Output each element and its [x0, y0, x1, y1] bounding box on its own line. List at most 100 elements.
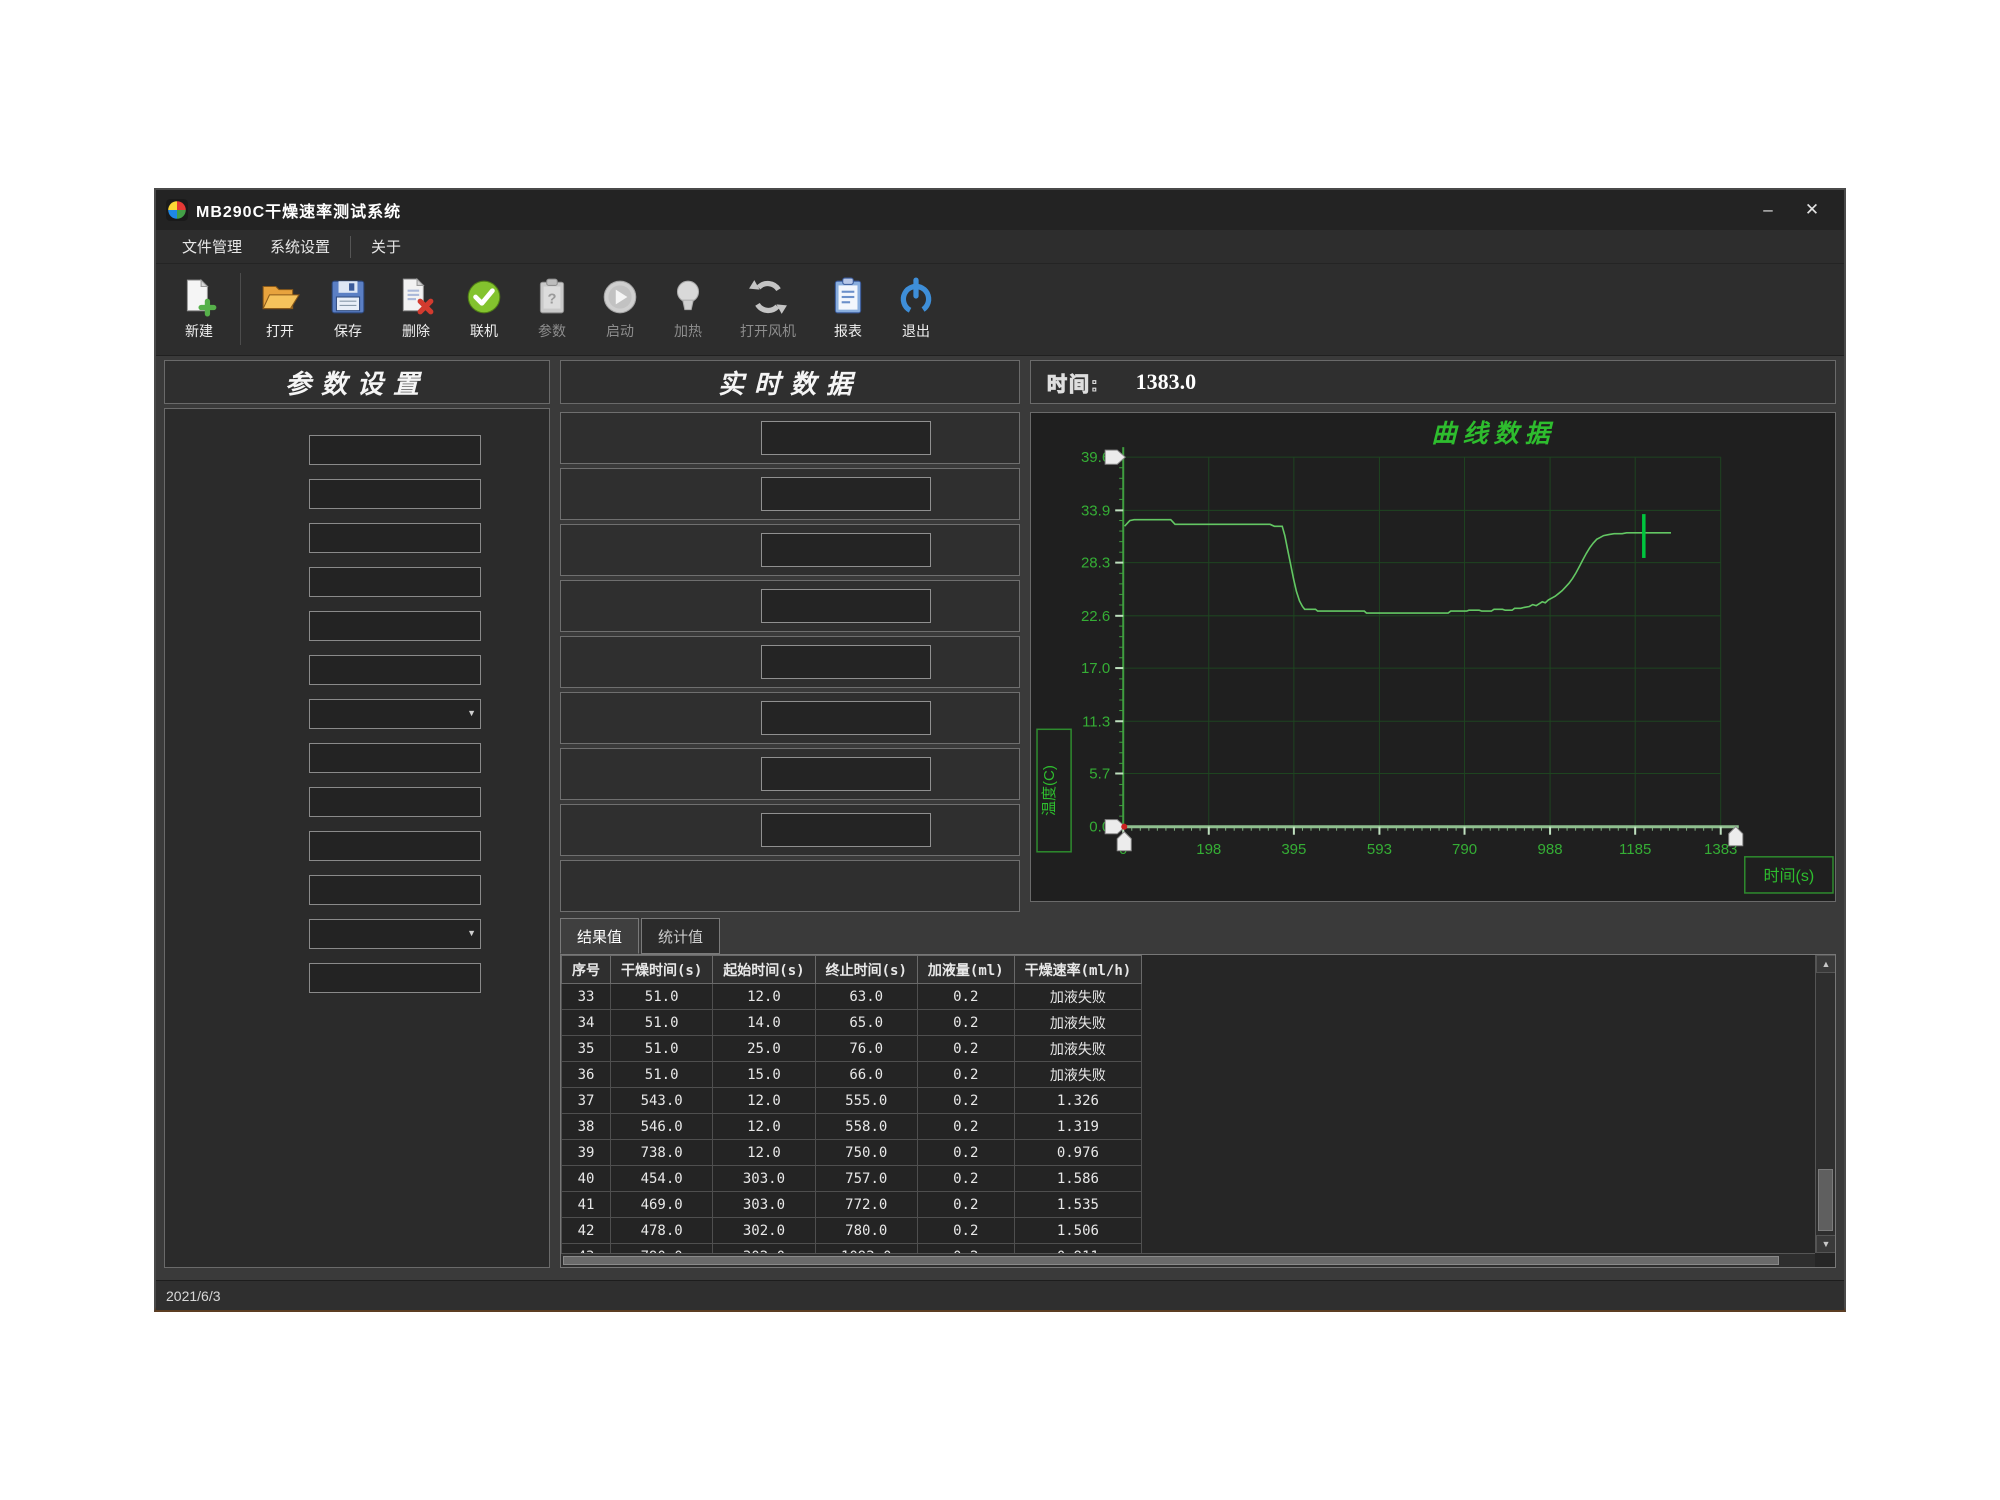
table-row[interactable]: 41469.0303.0772.00.21.535	[562, 1192, 1142, 1218]
y-tick-label: 22.6	[1081, 608, 1110, 625]
table-cell: 0.2	[917, 1140, 1014, 1166]
save-button[interactable]: 保存	[317, 277, 379, 341]
param-row-hotplate-temp	[177, 875, 549, 905]
save-icon	[328, 277, 368, 317]
table-cell: 加液失败	[1014, 1010, 1142, 1036]
table-cell: 0.2	[917, 1166, 1014, 1192]
balance-time-input[interactable]	[309, 963, 481, 993]
table-cell: 0.2	[917, 1010, 1014, 1036]
axis-marker-x-start[interactable]	[1117, 832, 1131, 851]
table-cell: 469.0	[611, 1192, 713, 1218]
report-button[interactable]: 报表	[817, 277, 879, 341]
wind-speed-display	[761, 421, 931, 455]
realtime-row-test-time	[560, 804, 1020, 856]
param-row-test-date: ▼	[177, 699, 549, 729]
toolbar-button-label: 打开	[266, 321, 294, 341]
hotplate-temp-display	[761, 533, 931, 567]
results-table-container: 序号干燥时间(s)起始时间(s)终止时间(s)加液量(ml)干燥速率(ml/h)…	[560, 954, 1836, 1268]
table-row[interactable]: 3451.014.065.00.2加液失败	[562, 1010, 1142, 1036]
horizontal-scrollbar[interactable]	[561, 1253, 1815, 1267]
table-cell: 37	[562, 1088, 611, 1114]
operator-input[interactable]	[309, 567, 481, 597]
table-row[interactable]: 37543.012.0555.00.21.326	[562, 1088, 1142, 1114]
connect-button[interactable]: 联机	[453, 277, 515, 341]
status-date: 2021/6/3	[166, 1288, 221, 1304]
realtime-row-wind-speed	[560, 412, 1020, 464]
test-date-input[interactable]: ▼	[309, 699, 481, 729]
test-file-input[interactable]	[309, 435, 481, 465]
table-cell: 加液失败	[1014, 1036, 1142, 1062]
wind-speed-input[interactable]	[309, 787, 481, 817]
table-row[interactable]: 3351.012.063.00.2加液失败	[562, 984, 1142, 1010]
menu-system-settings[interactable]: 系统设置	[256, 232, 344, 261]
table-cell: 51.0	[611, 984, 713, 1010]
table-cell: 1.535	[1014, 1192, 1142, 1218]
menu-file-management[interactable]: 文件管理	[168, 232, 256, 261]
close-button[interactable]: ✕	[1790, 195, 1834, 225]
vertical-scroll-thumb[interactable]	[1818, 1169, 1833, 1231]
table-cell: 33	[562, 984, 611, 1010]
open-button[interactable]: 打开	[249, 277, 311, 341]
curve-chart: 0.05.711.317.022.628.333.939.60198395593…	[1031, 413, 1835, 901]
table-cell: 302.0	[713, 1218, 815, 1244]
table-cell: 0.2	[917, 984, 1014, 1010]
table-cell: 0.2	[917, 1218, 1014, 1244]
toolbar-button-label: 退出	[902, 321, 930, 341]
y-tick-label: 5.7	[1089, 766, 1110, 783]
table-cell: 750.0	[815, 1140, 917, 1166]
horizontal-scroll-thumb[interactable]	[563, 1256, 1779, 1265]
x-tick-label: 790	[1452, 841, 1477, 858]
table-cell: 454.0	[611, 1166, 713, 1192]
table-row[interactable]: 40454.0303.0757.00.21.586	[562, 1166, 1142, 1192]
tab-results[interactable]: 结果值	[560, 918, 639, 954]
table-cell: 25.0	[713, 1036, 815, 1062]
dosing-mode-input[interactable]: ▼	[309, 919, 481, 949]
water-volume-input[interactable]	[309, 831, 481, 861]
minimize-button[interactable]: –	[1746, 195, 1790, 225]
table-cell: 772.0	[815, 1192, 917, 1218]
sample-no-input[interactable]	[309, 655, 481, 685]
delete-button[interactable]: 删除	[385, 277, 447, 341]
table-cell: 303.0	[713, 1166, 815, 1192]
chevron-down-icon[interactable]: ▼	[467, 708, 476, 718]
hotplate-temp-input[interactable]	[309, 875, 481, 905]
scroll-down-icon[interactable]: ▼	[1816, 1235, 1836, 1253]
axis-marker-top[interactable]	[1105, 450, 1125, 464]
param-row-dosing-mode: ▼	[177, 919, 549, 949]
table-cell: 15.0	[713, 1062, 815, 1088]
tab-statistics[interactable]: 统计值	[641, 918, 720, 954]
exit-button[interactable]: 退出	[885, 277, 947, 341]
params-panel-body: ▼▼	[164, 408, 550, 1268]
table-cell: 543.0	[611, 1088, 713, 1114]
chevron-down-icon[interactable]: ▼	[467, 928, 476, 938]
start-button: 启动	[589, 277, 651, 341]
param-row-sample-name	[177, 611, 549, 641]
scroll-up-icon[interactable]: ▲	[1816, 955, 1836, 973]
table-cell: 738.0	[611, 1140, 713, 1166]
table-cell: 66.0	[815, 1062, 917, 1088]
title-bar: MB290C干燥速率测试系统 – ✕	[156, 190, 1844, 230]
sample-name-input[interactable]	[309, 611, 481, 641]
report-icon	[828, 277, 868, 317]
table-cell: 39	[562, 1140, 611, 1166]
column-header: 加液量(ml)	[917, 956, 1014, 984]
params-icon: ?	[532, 277, 572, 317]
toolbar-button-label: 新建	[185, 321, 213, 341]
ambient-humidity-input[interactable]	[309, 743, 481, 773]
vertical-scrollbar[interactable]: ▲ ▼	[1815, 955, 1835, 1253]
menu-bar: 文件管理系统设置关于	[156, 230, 1844, 264]
axis-marker-x-end[interactable]	[1729, 827, 1743, 846]
table-cell: 34	[562, 1010, 611, 1036]
test-method-input[interactable]	[309, 479, 481, 509]
table-row[interactable]: 3551.025.076.00.2加液失败	[562, 1036, 1142, 1062]
table-cell: 51.0	[611, 1062, 713, 1088]
menu-about[interactable]: 关于	[357, 232, 415, 261]
table-row[interactable]: 38546.012.0558.00.21.319	[562, 1114, 1142, 1140]
table-row[interactable]: 39738.012.0750.00.20.976	[562, 1140, 1142, 1166]
new-button[interactable]: 新建	[168, 277, 230, 341]
standard-input[interactable]	[309, 523, 481, 553]
table-row[interactable]: 3651.015.066.00.2加液失败	[562, 1062, 1142, 1088]
ambient-temp-display	[761, 589, 931, 623]
start-icon	[600, 277, 640, 317]
table-row[interactable]: 42478.0302.0780.00.21.506	[562, 1218, 1142, 1244]
